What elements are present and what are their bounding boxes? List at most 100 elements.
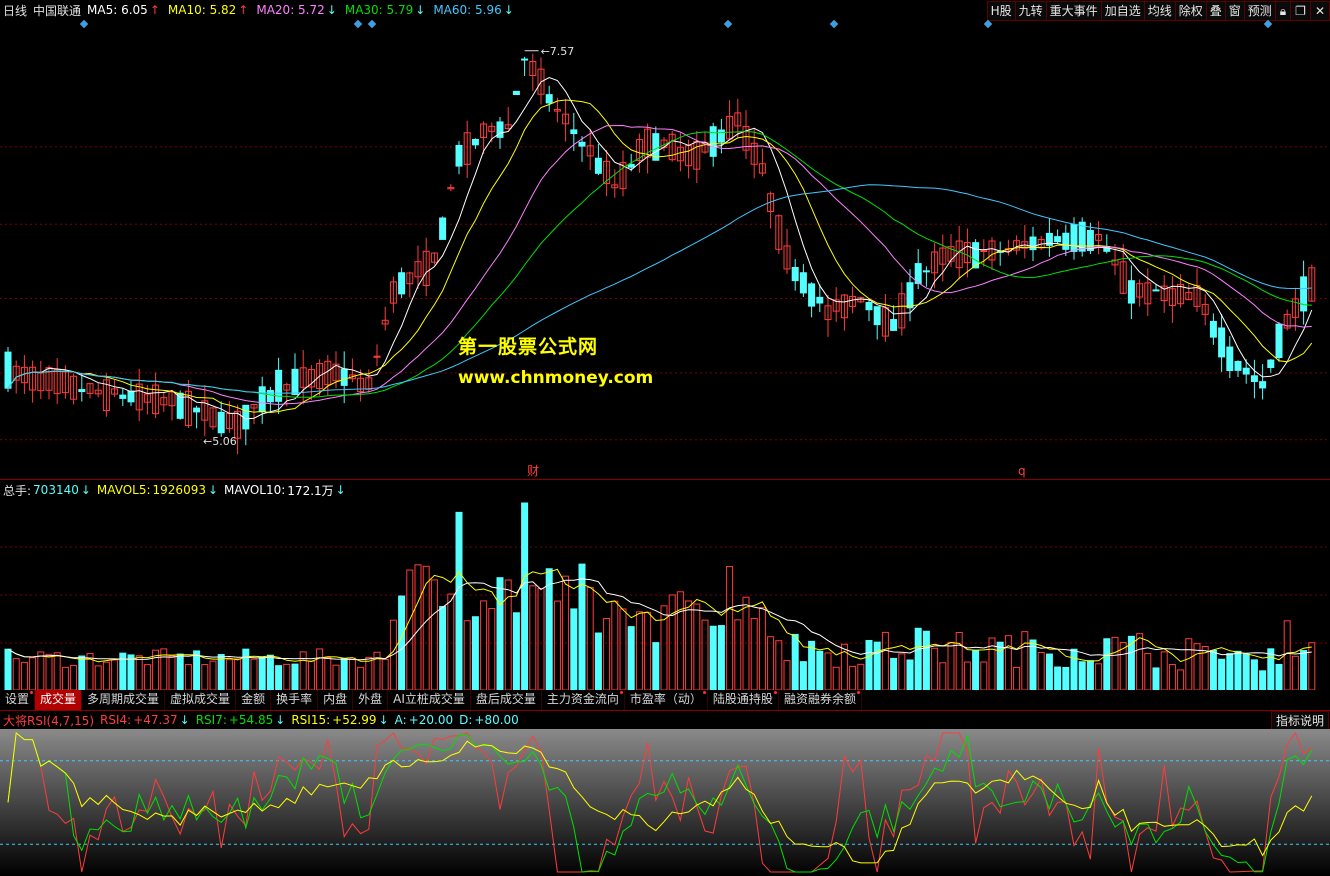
high-marker-label: ←7.57 — [541, 45, 575, 58]
tab-label: 外盘 — [358, 692, 383, 706]
ma-value-2: MA20: 5.72 ↓ — [256, 3, 337, 17]
tab-1[interactable]: 成交量 — [35, 690, 83, 710]
rsi4-arrow: ↓ — [179, 713, 190, 727]
toolbar-button-7[interactable]: 窗 — [1224, 1, 1245, 21]
toolbar-button-1[interactable]: 九转 — [1014, 1, 1047, 21]
tab-dot-icon — [619, 691, 623, 694]
volume-bar — [381, 658, 389, 690]
d-value: +80.00 — [474, 713, 519, 727]
lock-icon[interactable]: 🔒︎ — [1274, 1, 1292, 21]
candle-body — [455, 144, 463, 167]
toolbar-button-4[interactable]: 均线 — [1143, 1, 1176, 21]
volume-bar — [463, 620, 471, 690]
volume-bar — [61, 666, 69, 690]
volume-bar — [332, 664, 340, 690]
volume-bar — [717, 625, 725, 690]
volume-bar — [283, 663, 291, 690]
restore-icon[interactable]: ❐ — [1290, 1, 1311, 21]
mavol10-arrow: ↓ — [335, 483, 346, 497]
tab-10[interactable]: 主力资金流向 — [541, 690, 625, 710]
volume-bar — [299, 651, 307, 690]
rsi-chart[interactable] — [0, 729, 1330, 876]
watermark-title: 第一股票公式网 — [458, 336, 599, 358]
volume-bar — [4, 648, 12, 690]
volume-bar — [1095, 663, 1103, 690]
event-diamond-icon[interactable] — [1263, 20, 1273, 29]
tab-11[interactable]: 市盈率（动） — [624, 690, 708, 710]
event-diamond-icon[interactable] — [983, 20, 993, 29]
volume-bar — [849, 665, 857, 690]
volume-bar — [652, 642, 660, 690]
volume-bar — [488, 608, 496, 690]
volume-bar — [726, 566, 734, 690]
volume-bar — [562, 575, 570, 690]
event-diamond-icon[interactable] — [79, 20, 89, 29]
event-label-q[interactable]: q — [1018, 464, 1026, 478]
ma60-line — [7, 184, 1312, 394]
total-volume-label: 总手: — [3, 483, 32, 498]
volume-bar — [357, 666, 365, 690]
volume-bar — [898, 653, 906, 690]
volume-bar — [127, 654, 135, 690]
close-icon[interactable]: ✕ — [1309, 1, 1330, 21]
toolbar-button-6[interactable]: 叠 — [1205, 1, 1226, 21]
volume-bar — [324, 656, 332, 690]
tab-0[interactable]: 设置 — [0, 690, 36, 710]
volume-bar — [1283, 620, 1291, 690]
candle-body — [709, 126, 717, 157]
toolbar-button-5[interactable]: 除权 — [1174, 1, 1207, 21]
event-diamond-icon[interactable] — [367, 20, 377, 29]
candle-body — [873, 306, 881, 326]
tab-5[interactable]: 换手率 — [271, 690, 319, 710]
volume-bar — [291, 663, 299, 690]
volume-header: 总手: 703140 ↓ MAVOL5: 1926093 ↓ MAVOL10: … — [0, 481, 346, 499]
volume-bar — [758, 607, 766, 690]
rsi15-arrow: ↓ — [378, 713, 389, 727]
event-diamond-icon[interactable] — [723, 20, 733, 29]
ma-values: MA5: 6.05 ↑ MA10: 5.82 ↑ MA20: 5.72 ↓ MA30: 5.… — [87, 3, 514, 17]
tab-9[interactable]: 盘后成交量 — [470, 690, 542, 710]
candle-body — [545, 94, 553, 104]
candle-body — [217, 411, 225, 434]
volume-bar — [1070, 648, 1078, 690]
tab-8[interactable]: AI立桩成交量 — [388, 690, 471, 710]
event-diamond-icon[interactable] — [353, 20, 363, 29]
volume-bar — [1275, 663, 1283, 690]
volume-bar — [931, 647, 939, 690]
tab-6[interactable]: 内盘 — [318, 690, 354, 710]
price-chart[interactable]: ←7.57 ←5.06 财 q — [0, 20, 1330, 479]
candle-body — [1062, 232, 1070, 250]
toolbar-button-2[interactable]: 重大事件 — [1045, 1, 1102, 21]
toolbar-button-8[interactable]: 预测 — [1243, 1, 1276, 21]
event-diamond-icon[interactable] — [829, 20, 839, 29]
volume-bar — [439, 606, 447, 690]
volume-bar — [816, 650, 824, 690]
tab-12[interactable]: 陆股通持股 — [707, 690, 779, 710]
volume-bar — [234, 658, 242, 690]
candle-body — [1218, 327, 1226, 358]
toolbar-button-3[interactable]: 加自选 — [1100, 1, 1145, 21]
indicator-help-button[interactable]: 指标说明 — [1270, 711, 1329, 731]
volume-chart[interactable] — [0, 499, 1330, 690]
volume-bar — [980, 661, 988, 690]
tab-2[interactable]: 多周期成交量 — [82, 690, 166, 710]
indicator-tabs: 设置 成交量 多周期成交量 虚拟成交量 金额 换手率 内盘 外盘 AI立桩成交量 盘后成交量 主力资… — [0, 690, 862, 710]
tab-7[interactable]: 外盘 — [353, 690, 389, 710]
volume-bar — [1045, 653, 1053, 690]
tab-13[interactable]: 融资融券余额 — [778, 690, 862, 710]
volume-bar — [1029, 639, 1037, 690]
rsi4-value: +47.37 — [133, 713, 178, 727]
volume-bar — [53, 652, 61, 690]
period-label: 日线 — [3, 3, 28, 18]
volume-bar — [1259, 670, 1267, 690]
candle-body — [1300, 276, 1308, 312]
tab-3[interactable]: 虚拟成交量 — [165, 690, 237, 710]
toolbar-button-0[interactable]: H股 — [986, 1, 1016, 21]
tab-4[interactable]: 金额 — [236, 690, 272, 710]
total-volume-arrow: ↓ — [80, 483, 91, 497]
tab-label: 内盘 — [323, 692, 348, 706]
tab-dot-icon — [702, 691, 706, 694]
candle-body — [1152, 289, 1160, 292]
tab-label: 融资融券余额 — [783, 692, 856, 706]
event-label-finance[interactable]: 财 — [527, 464, 539, 478]
